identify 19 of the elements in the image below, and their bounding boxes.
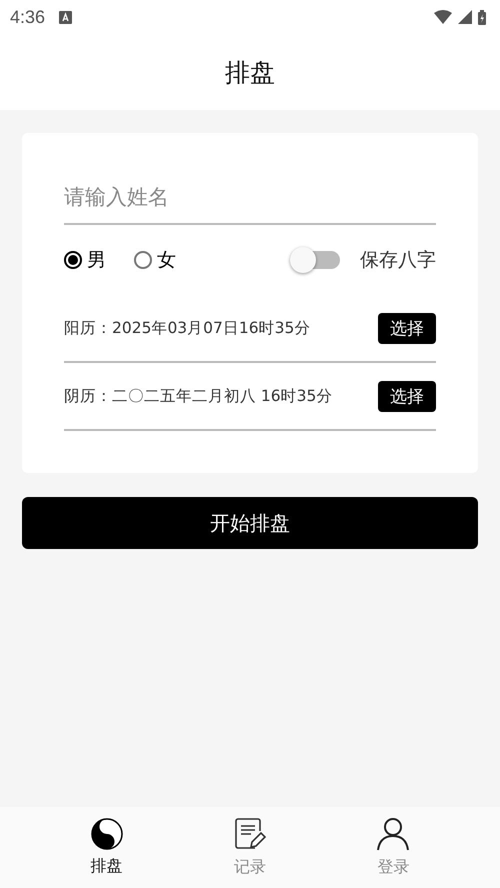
signal-icon	[458, 10, 472, 24]
start-button[interactable]: 开始排盘	[22, 497, 478, 549]
gender-radio[interactable]: 女	[134, 247, 176, 273]
status-time: 4:36	[10, 6, 46, 28]
name-input-field[interactable]: 请输入姓名	[64, 173, 436, 225]
keyboard-icon	[59, 10, 72, 24]
page-title: 排盘	[225, 56, 275, 88]
date-text: 阳历：2025年03月07日16时35分	[64, 318, 310, 338]
gender-radio[interactable]: 男	[64, 247, 106, 273]
battery-icon	[478, 10, 486, 24]
nav-tab[interactable]: 排盘	[66, 807, 147, 888]
date-text: 阴历：二〇二五年二月初八 16时35分	[64, 386, 332, 406]
note-edit-icon	[232, 817, 267, 851]
save-label: 保存八字	[360, 248, 436, 273]
wifi-icon	[434, 10, 452, 24]
select-button[interactable]: 选择	[378, 380, 436, 412]
yin-yang-icon	[90, 818, 123, 850]
person-icon	[376, 817, 410, 851]
select-button[interactable]: 选择	[378, 312, 436, 344]
